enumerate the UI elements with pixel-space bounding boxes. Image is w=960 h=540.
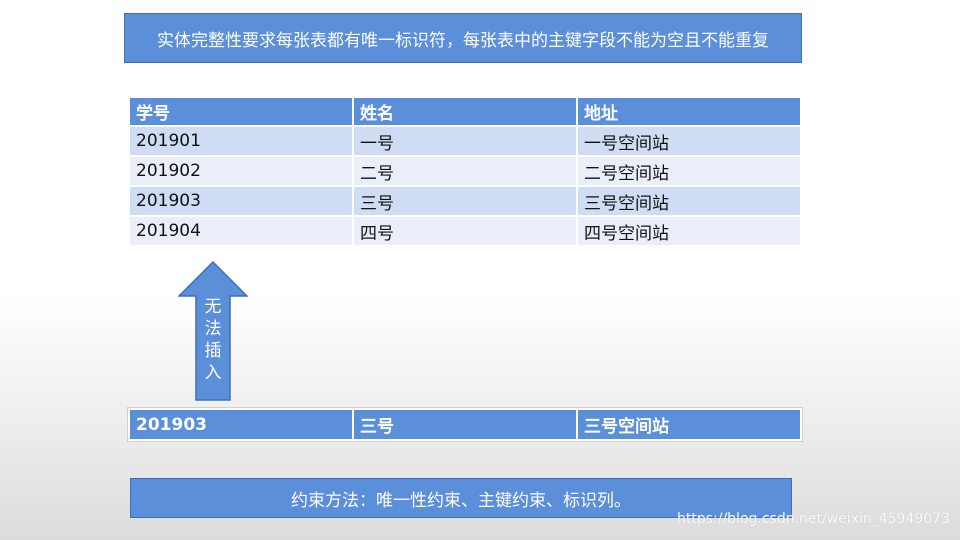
- cannot-insert-label: 无 法 插 入: [196, 296, 230, 384]
- table-row: 201902 二号 二号空间站: [128, 155, 802, 187]
- insert-cell-student-id: 201903: [128, 408, 354, 441]
- header-student-id: 学号: [128, 96, 354, 127]
- header-address: 地址: [576, 96, 802, 127]
- cell-address: 三号空间站: [576, 185, 802, 217]
- cell-address: 二号空间站: [576, 155, 802, 187]
- cell-student-id: 201904: [128, 215, 354, 247]
- cell-name: 一号: [352, 125, 578, 157]
- duplicate-insert-row: 201903 三号 三号空间站: [127, 407, 803, 442]
- header-name: 姓名: [352, 96, 578, 127]
- table-header-row: 学号 姓名 地址: [128, 96, 802, 127]
- title-text: 实体完整性要求每张表都有唯一标识符，每张表中的主键字段不能为空且不能重复: [157, 30, 769, 51]
- cell-name: 三号: [352, 185, 578, 217]
- footer-text: 约束方法：唯一性约束、主键约束、标识列。: [291, 490, 631, 511]
- arrow-char: 法: [204, 319, 222, 339]
- title-banner: 实体完整性要求每张表都有唯一标识符，每张表中的主键字段不能为空且不能重复: [124, 13, 802, 63]
- arrow-char: 无: [204, 297, 222, 317]
- watermark-url: https://blog.csdn.net/weixin_45949073: [676, 511, 950, 527]
- table-row: 201901 一号 一号空间站: [128, 125, 802, 157]
- arrow-char: 入: [204, 363, 222, 383]
- cell-student-id: 201902: [128, 155, 354, 187]
- table-row: 201903 三号 三号空间站: [128, 408, 802, 441]
- cell-name: 四号: [352, 215, 578, 247]
- cell-student-id: 201903: [128, 185, 354, 217]
- cell-address: 一号空间站: [576, 125, 802, 157]
- table-row: 201903 三号 三号空间站: [128, 185, 802, 217]
- insert-cell-address: 三号空间站: [576, 408, 802, 441]
- table-row: 201904 四号 四号空间站: [128, 215, 802, 247]
- cell-address: 四号空间站: [576, 215, 802, 247]
- arrow-char: 插: [204, 341, 222, 361]
- insert-cell-name: 三号: [352, 408, 578, 441]
- cell-student-id: 201901: [128, 125, 354, 157]
- cell-name: 二号: [352, 155, 578, 187]
- student-table: 学号 姓名 地址 201901 一号 一号空间站 201902 二号 二号空间站…: [128, 96, 802, 247]
